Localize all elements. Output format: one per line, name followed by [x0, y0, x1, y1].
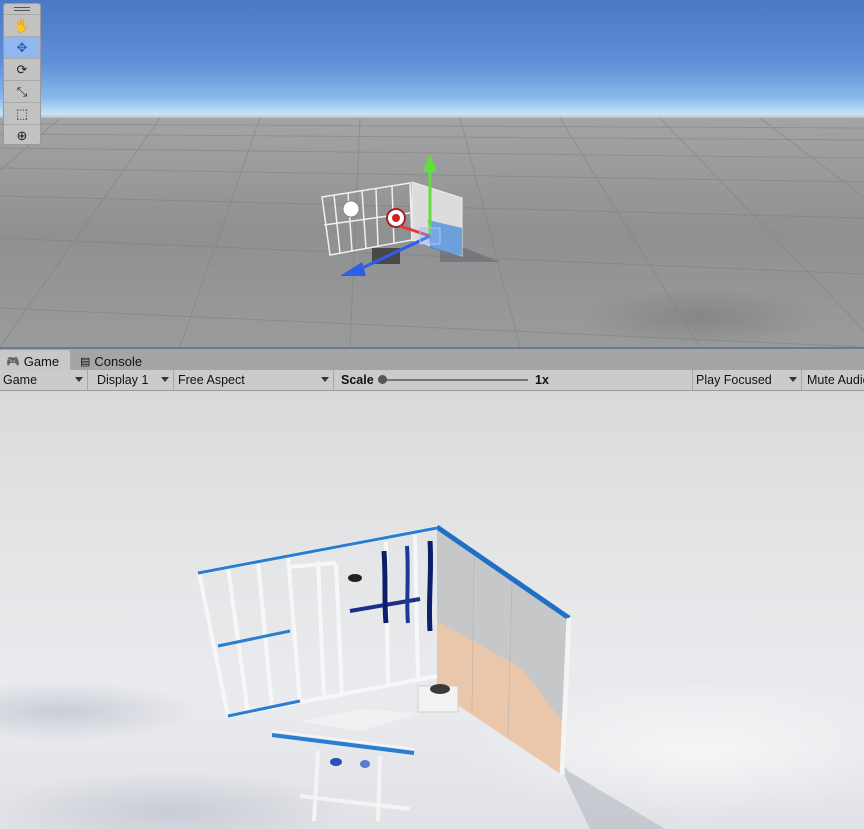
move-tool-icon[interactable]: ✥ [4, 36, 40, 58]
gizmo-z-arrow [340, 262, 366, 276]
game-view[interactable] [0, 391, 864, 829]
game-wall-frame [197, 526, 438, 718]
mute-audio-button[interactable]: Mute Audio [804, 370, 864, 390]
play-mode-dropdown[interactable]: Play Focused [692, 370, 802, 390]
aspect-value: Free Aspect [178, 373, 245, 387]
tool-palette-grip[interactable] [4, 4, 40, 14]
tab-console[interactable]: ▤ Console [74, 350, 164, 372]
scene-objects [321, 154, 500, 276]
gizmo-y-arrow [423, 154, 437, 172]
game-toolbar: Game Display 1 Free Aspect Scale 1x Play… [0, 370, 864, 391]
console-icon: ▤ [80, 355, 91, 368]
view-mode-value: Game [3, 373, 38, 387]
game-bench-top [271, 733, 415, 755]
game-render [197, 524, 665, 829]
chevron-down-icon [75, 377, 83, 382]
gizmo-plane-handle [419, 227, 441, 245]
rotate-tool-icon[interactable]: ⟳ [4, 58, 40, 80]
play-mode-value: Play Focused [696, 373, 772, 387]
aspect-dropdown[interactable]: Free Aspect [175, 370, 334, 390]
mute-audio-label: Mute Audio [807, 373, 864, 387]
scale-slider-track[interactable] [382, 379, 528, 381]
game-object-cup [348, 574, 362, 582]
chevron-down-icon [161, 377, 169, 382]
game-panel-tabbar: 🎮 Game ▤ Console [0, 347, 864, 372]
scale-slider-thumb[interactable] [378, 375, 387, 384]
scale-tool-icon[interactable]: ⤡ [4, 80, 40, 102]
scale-value: 1x [535, 373, 549, 387]
chevron-down-icon [321, 377, 329, 382]
scale-label: Scale [341, 373, 374, 387]
tab-game[interactable]: 🎮 Game [0, 350, 70, 372]
gamepad-icon: 🎮 [6, 355, 20, 368]
tool-palette: ✋ ✥ ⟳ ⤡ ⬚ ⊕ [3, 3, 41, 145]
chevron-down-icon [789, 377, 797, 382]
tab-game-label: Game [23, 353, 60, 369]
tab-console-label: Console [94, 353, 143, 369]
view-mode-dropdown[interactable]: Game [0, 370, 88, 390]
transform-tool-icon[interactable]: ⊕ [4, 124, 40, 146]
hand-tool-icon[interactable]: ✋ [4, 14, 40, 36]
scene-object-ball [342, 200, 360, 218]
display-value: Display 1 [97, 373, 149, 387]
rect-tool-icon[interactable]: ⬚ [4, 102, 40, 124]
scene-view[interactable]: ✋ ✥ ⟳ ⤡ ⬚ ⊕ [0, 0, 864, 347]
display-dropdown[interactable]: Display 1 [94, 370, 174, 390]
